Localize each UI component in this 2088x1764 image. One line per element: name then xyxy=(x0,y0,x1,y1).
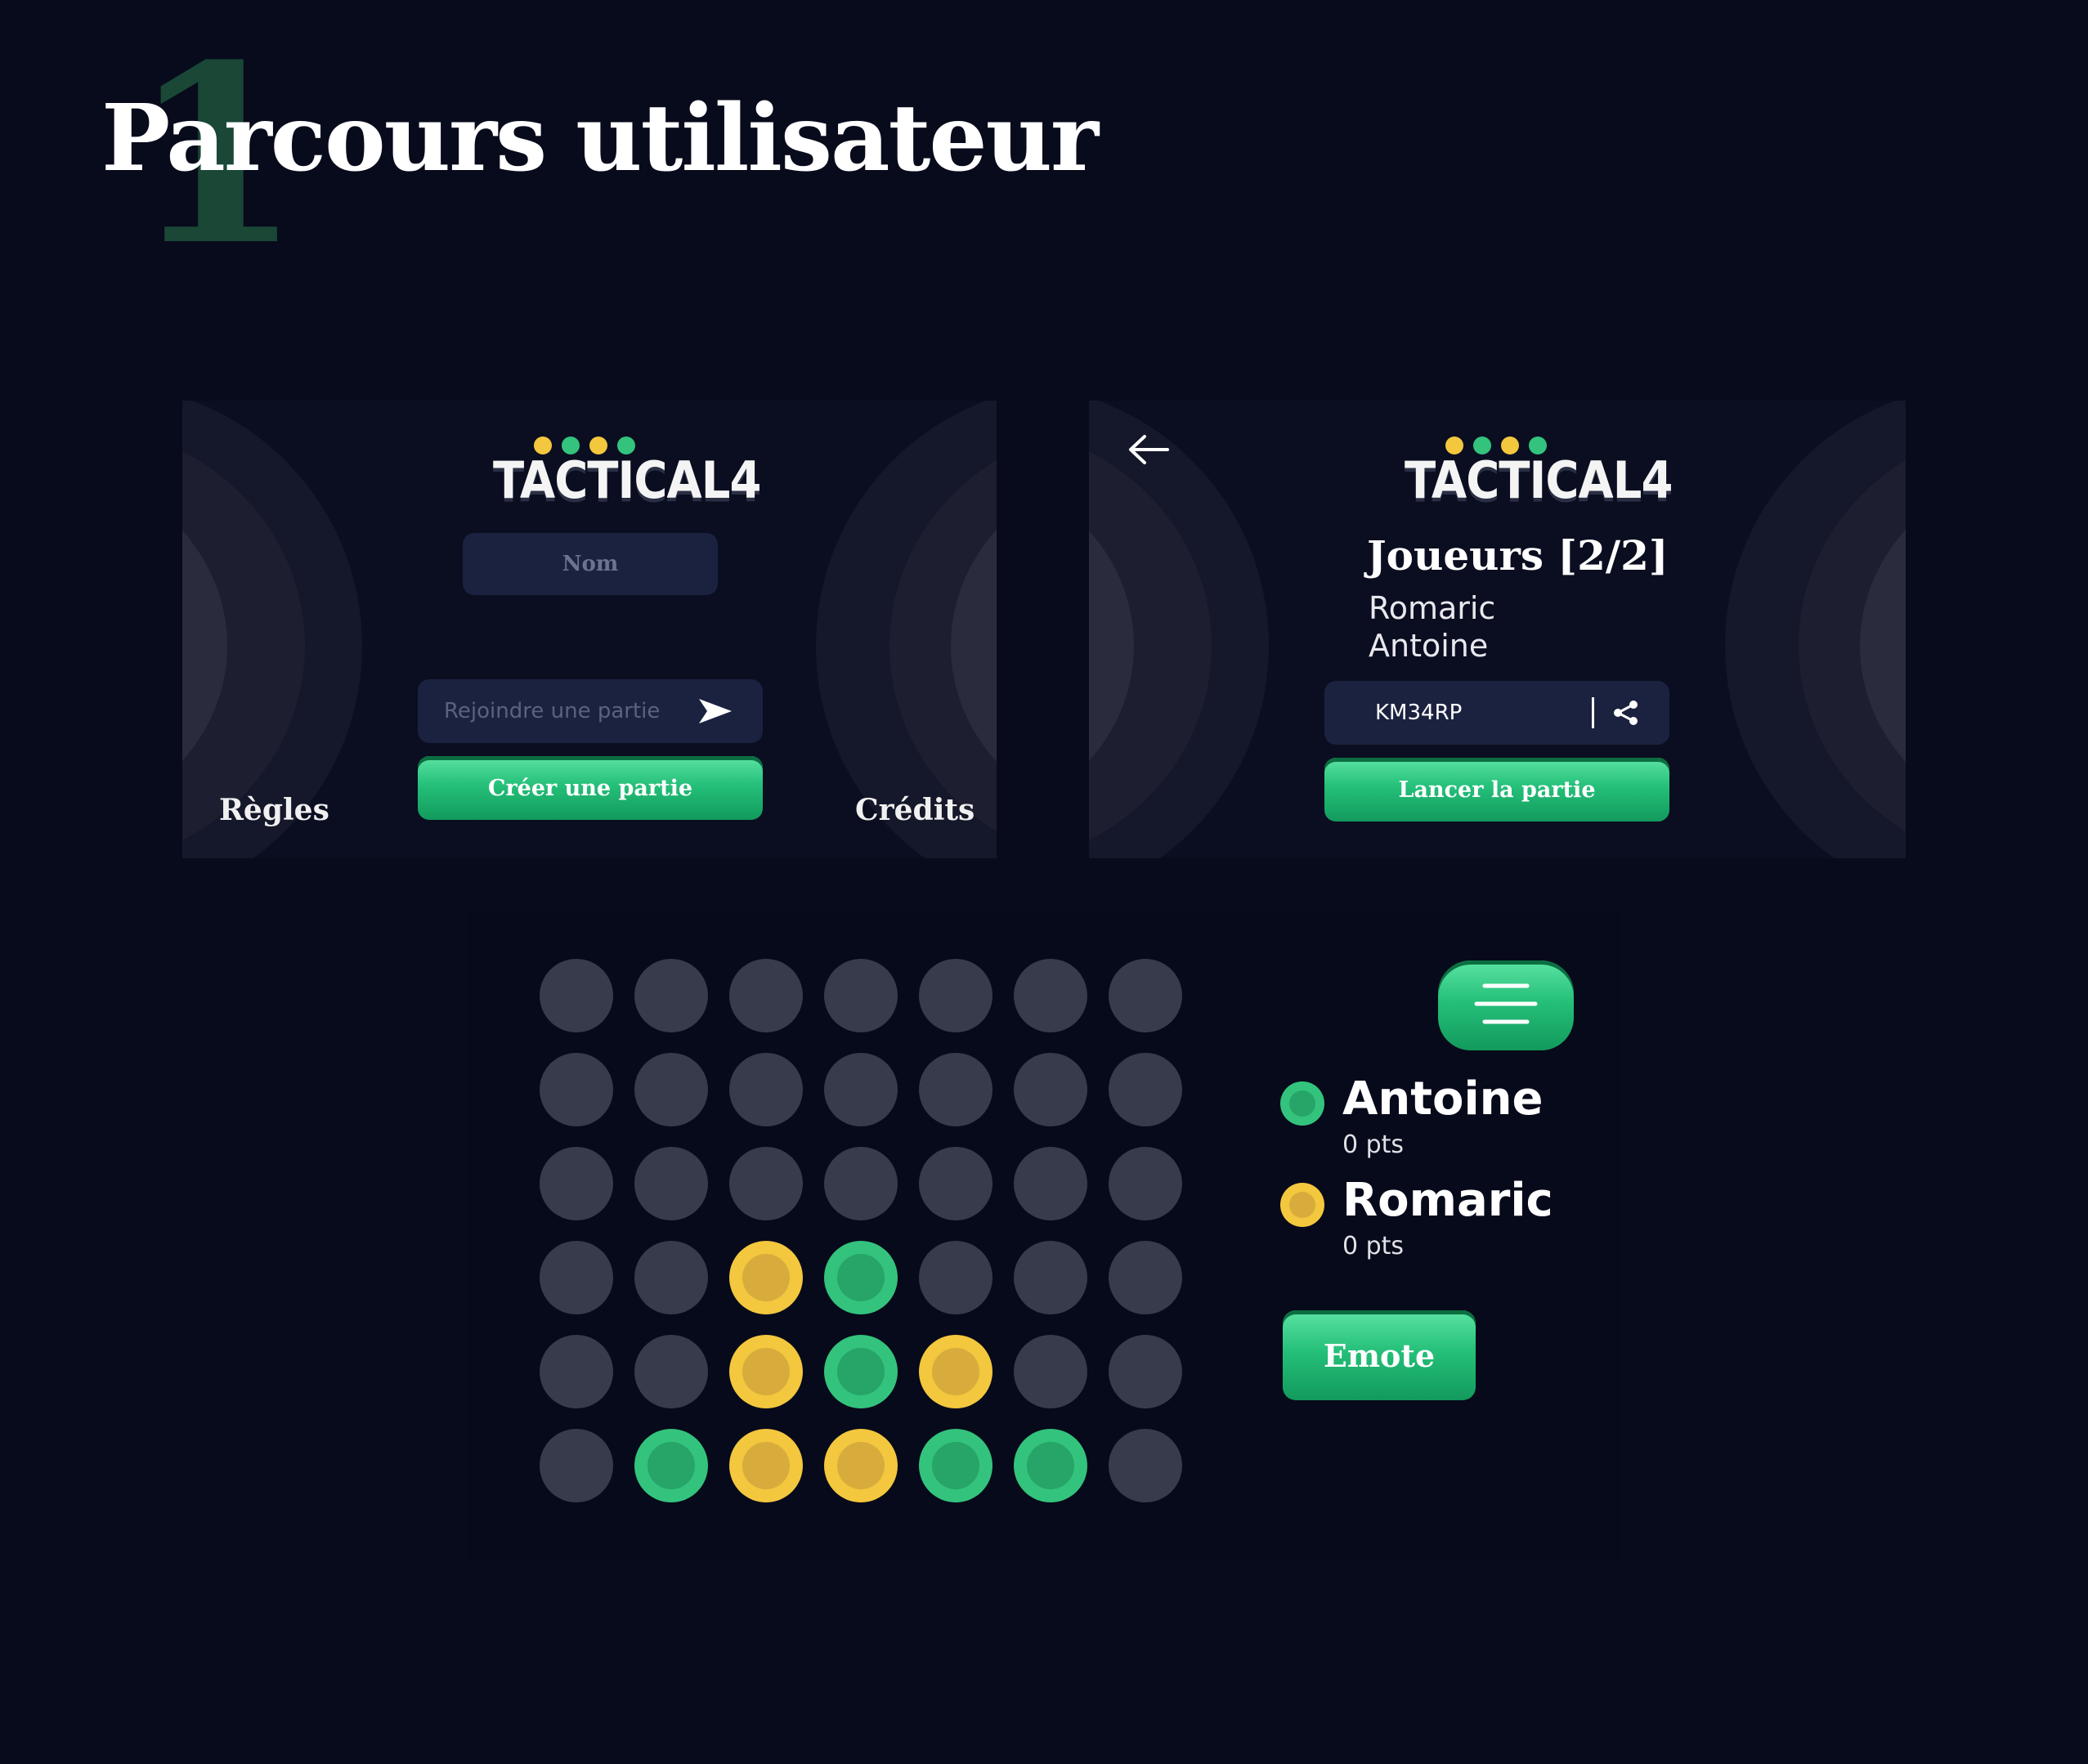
player-name: Romaric xyxy=(1342,1174,1553,1227)
board-cell-empty[interactable] xyxy=(1014,1147,1087,1220)
menu-button[interactable] xyxy=(1438,960,1574,1050)
launch-game-button[interactable]: Lancer la partie xyxy=(1324,758,1669,822)
board-cell-empty[interactable] xyxy=(824,959,898,1032)
logo-text: TACTICAL4 xyxy=(493,451,761,511)
board-cell-empty[interactable] xyxy=(824,1147,898,1220)
board-token-yellow[interactable] xyxy=(729,1241,803,1314)
send-arrow-icon[interactable] xyxy=(697,697,733,728)
board-token-green[interactable] xyxy=(824,1335,898,1408)
token-center xyxy=(1027,1442,1074,1489)
board-cell-empty[interactable] xyxy=(540,1053,613,1126)
board-cell-empty[interactable] xyxy=(729,959,803,1032)
board-token-yellow[interactable] xyxy=(729,1429,803,1502)
board-cell-empty[interactable] xyxy=(1109,959,1182,1032)
board-token-green[interactable] xyxy=(634,1429,708,1502)
token-center xyxy=(742,1442,790,1489)
board-cell-empty[interactable] xyxy=(1109,1429,1182,1502)
token-center xyxy=(837,1442,885,1489)
board-token-green[interactable] xyxy=(919,1429,992,1502)
board-cell-empty[interactable] xyxy=(540,1429,613,1502)
name-placeholder: Nom xyxy=(562,552,619,576)
board-cell-empty[interactable] xyxy=(1014,1241,1087,1314)
board-cell-empty[interactable] xyxy=(919,1147,992,1220)
board-cell-empty[interactable] xyxy=(729,1053,803,1126)
logo-text: TACTICAL4 xyxy=(1405,451,1673,511)
board-cell-empty[interactable] xyxy=(1109,1241,1182,1314)
name-field[interactable]: Nom xyxy=(463,533,718,595)
token-center xyxy=(647,1442,695,1489)
board-cell-empty[interactable] xyxy=(634,959,708,1032)
board-cell-empty[interactable] xyxy=(540,1335,613,1408)
create-game-button[interactable]: Créer une partie xyxy=(418,756,763,820)
emote-button[interactable]: Emote xyxy=(1283,1310,1476,1400)
board-token-green[interactable] xyxy=(1014,1429,1087,1502)
board-cell-empty[interactable] xyxy=(1014,959,1087,1032)
players-heading: Joueurs [2/2] xyxy=(1367,531,1669,580)
board-cell-empty[interactable] xyxy=(540,1147,613,1220)
home-screen: TACTICAL4 Nom Rejoindre une partie Créer… xyxy=(182,401,997,858)
board-cell-empty[interactable] xyxy=(919,1053,992,1126)
board-cell-empty[interactable] xyxy=(919,959,992,1032)
text-cursor xyxy=(1592,697,1594,728)
board-token-yellow[interactable] xyxy=(919,1335,992,1408)
game-screen: Antoine 0 pts Romaric 0 pts Emote xyxy=(468,910,1620,1561)
game-board[interactable] xyxy=(540,959,1185,1515)
board-token-yellow[interactable] xyxy=(729,1335,803,1408)
board-cell-empty[interactable] xyxy=(1109,1335,1182,1408)
board-token-green[interactable] xyxy=(824,1241,898,1314)
token-center xyxy=(742,1254,790,1301)
board-cell-empty[interactable] xyxy=(1109,1053,1182,1126)
menu-lines-icon xyxy=(1473,983,1539,1028)
player-name: Romaric xyxy=(1369,590,1496,626)
join-game-field[interactable]: Rejoindre une partie xyxy=(418,679,763,743)
player-color-dot xyxy=(1280,1183,1324,1227)
board-cell-empty[interactable] xyxy=(540,959,613,1032)
player-name: Antoine xyxy=(1369,628,1489,664)
player-score: 0 pts xyxy=(1342,1130,1405,1159)
board-cell-empty[interactable] xyxy=(634,1335,708,1408)
rules-link[interactable]: Règles xyxy=(219,793,329,827)
token-center xyxy=(837,1254,885,1301)
token-center xyxy=(932,1348,979,1395)
player-score: 0 pts xyxy=(1342,1232,1405,1260)
token-center xyxy=(837,1348,885,1395)
board-cell-empty[interactable] xyxy=(1014,1335,1087,1408)
board-token-yellow[interactable] xyxy=(824,1429,898,1502)
board-cell-empty[interactable] xyxy=(919,1241,992,1314)
logo: TACTICAL4 xyxy=(493,437,761,526)
logo: TACTICAL4 xyxy=(1405,437,1673,526)
share-icon[interactable] xyxy=(1612,699,1640,730)
board-cell-empty[interactable] xyxy=(634,1241,708,1314)
room-code-field[interactable]: KM34RP xyxy=(1324,681,1669,745)
join-placeholder: Rejoindre une partie xyxy=(444,699,661,723)
board-cell-empty[interactable] xyxy=(824,1053,898,1126)
lobby-screen: TACTICAL4 Joueurs [2/2] Romaric Antoine … xyxy=(1089,401,1906,858)
page-title: Parcours utilisateur xyxy=(101,85,1099,192)
arrow-left-icon[interactable] xyxy=(1127,433,1169,469)
token-center xyxy=(932,1442,979,1489)
board-cell-empty[interactable] xyxy=(1014,1053,1087,1126)
board-cell-empty[interactable] xyxy=(729,1147,803,1220)
player-name: Antoine xyxy=(1342,1072,1544,1126)
token-center xyxy=(742,1348,790,1395)
board-cell-empty[interactable] xyxy=(634,1147,708,1220)
credits-link[interactable]: Crédits xyxy=(855,793,975,827)
board-cell-empty[interactable] xyxy=(540,1241,613,1314)
player-color-dot xyxy=(1280,1081,1324,1126)
board-cell-empty[interactable] xyxy=(1109,1147,1182,1220)
board-cell-empty[interactable] xyxy=(634,1053,708,1126)
room-code: KM34RP xyxy=(1375,701,1463,725)
